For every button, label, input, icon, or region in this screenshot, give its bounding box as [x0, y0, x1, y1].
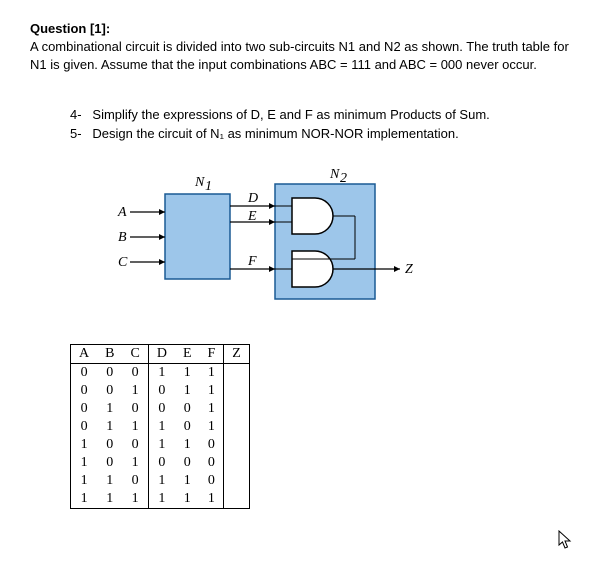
- table-cell: 0: [97, 454, 122, 472]
- task-list: 4- Simplify the expressions of D, E and …: [70, 105, 574, 144]
- th-d: D: [148, 344, 175, 363]
- table-row: 011101: [71, 418, 250, 436]
- table-cell: 1: [148, 436, 175, 454]
- table-cell: 0: [148, 400, 175, 418]
- table-cell: 0: [200, 436, 224, 454]
- table-cell: [224, 400, 250, 418]
- table-cell: 0: [97, 436, 122, 454]
- input-b: B: [118, 230, 127, 245]
- table-cell: 0: [97, 363, 122, 382]
- question-text-2: N1 is given. Assume that the input combi…: [30, 57, 537, 72]
- table-cell: 0: [71, 418, 98, 436]
- table-cell: 0: [175, 400, 200, 418]
- table-cell: 1: [97, 472, 122, 490]
- table-cell: 1: [148, 490, 175, 509]
- task-4: 4- Simplify the expressions of D, E and …: [70, 105, 574, 125]
- circuit-diagram: N1 N2 A B C D E F Z: [100, 164, 430, 324]
- n1-label: N: [194, 175, 205, 190]
- cursor-icon: [558, 530, 574, 555]
- task-5-text: Design the circuit of N₁ as minimum NOR-…: [92, 126, 458, 141]
- th-a: A: [71, 344, 98, 363]
- task-4-num: 4-: [70, 107, 82, 122]
- table-row: 000111: [71, 363, 250, 382]
- table-cell: 0: [97, 382, 122, 400]
- table-cell: [224, 490, 250, 509]
- table-cell: 0: [148, 454, 175, 472]
- table-cell: 0: [122, 363, 148, 382]
- table-cell: 1: [97, 490, 122, 509]
- table-cell: 1: [122, 454, 148, 472]
- table-cell: 1: [122, 490, 148, 509]
- table-cell: 1: [175, 363, 200, 382]
- table-row: 111111: [71, 490, 250, 509]
- table-row: 001011: [71, 382, 250, 400]
- table-cell: 0: [122, 472, 148, 490]
- table-cell: [224, 418, 250, 436]
- table-cell: 1: [97, 418, 122, 436]
- input-a: A: [117, 205, 127, 220]
- table-cell: 0: [71, 363, 98, 382]
- wire-d: D: [247, 191, 258, 206]
- wire-e: E: [247, 209, 257, 224]
- table-cell: 1: [200, 382, 224, 400]
- table-cell: 0: [122, 436, 148, 454]
- question-text-1: A combinational circuit is divided into …: [30, 39, 569, 54]
- svg-text:1: 1: [205, 179, 212, 194]
- table-cell: 0: [175, 418, 200, 436]
- table-cell: [224, 382, 250, 400]
- table-cell: 1: [175, 472, 200, 490]
- table-cell: 1: [122, 418, 148, 436]
- table-cell: 0: [122, 400, 148, 418]
- output-z: Z: [405, 262, 413, 277]
- task-5-num: 5-: [70, 126, 82, 141]
- th-c: C: [122, 344, 148, 363]
- table-cell: 0: [148, 382, 175, 400]
- table-cell: 1: [71, 436, 98, 454]
- th-b: B: [97, 344, 122, 363]
- table-cell: 0: [200, 472, 224, 490]
- table-row: 110110: [71, 472, 250, 490]
- table-cell: [224, 472, 250, 490]
- table-cell: 1: [175, 382, 200, 400]
- table-cell: 1: [71, 490, 98, 509]
- table-cell: 1: [122, 382, 148, 400]
- th-e: E: [175, 344, 200, 363]
- wire-f: F: [247, 254, 257, 269]
- table-row: 100110: [71, 436, 250, 454]
- task-4-text: Simplify the expressions of D, E and F a…: [92, 107, 489, 122]
- task-5: 5- Design the circuit of N₁ as minimum N…: [70, 124, 574, 144]
- question-label: Question [1]:: [30, 21, 110, 36]
- th-z: Z: [224, 344, 250, 363]
- table-cell: 1: [97, 400, 122, 418]
- table-cell: [224, 363, 250, 382]
- table-cell: 1: [148, 472, 175, 490]
- table-cell: 1: [200, 363, 224, 382]
- table-cell: 0: [71, 382, 98, 400]
- table-cell: 1: [175, 490, 200, 509]
- table-cell: 0: [200, 454, 224, 472]
- table-row: 010001: [71, 400, 250, 418]
- table-cell: 0: [71, 400, 98, 418]
- n2-label: N: [329, 167, 340, 182]
- svg-text:2: 2: [340, 171, 347, 186]
- table-row: 101000: [71, 454, 250, 472]
- input-c: C: [118, 255, 128, 270]
- table-header-row: A B C D E F Z: [71, 344, 250, 363]
- table-cell: 1: [175, 436, 200, 454]
- table-cell: 1: [200, 418, 224, 436]
- table-cell: 1: [71, 454, 98, 472]
- table-cell: [224, 436, 250, 454]
- truth-table: A B C D E F Z 00011100101101000101110110…: [70, 344, 250, 509]
- th-f: F: [200, 344, 224, 363]
- table-cell: 1: [200, 490, 224, 509]
- table-cell: 1: [148, 418, 175, 436]
- table-cell: 1: [200, 400, 224, 418]
- table-cell: 1: [148, 363, 175, 382]
- table-cell: [224, 454, 250, 472]
- table-body: 0001110010110100010111011001101010001101…: [71, 363, 250, 508]
- question-intro: Question [1]: A combinational circuit is…: [30, 20, 574, 75]
- table-cell: 1: [71, 472, 98, 490]
- table-cell: 0: [175, 454, 200, 472]
